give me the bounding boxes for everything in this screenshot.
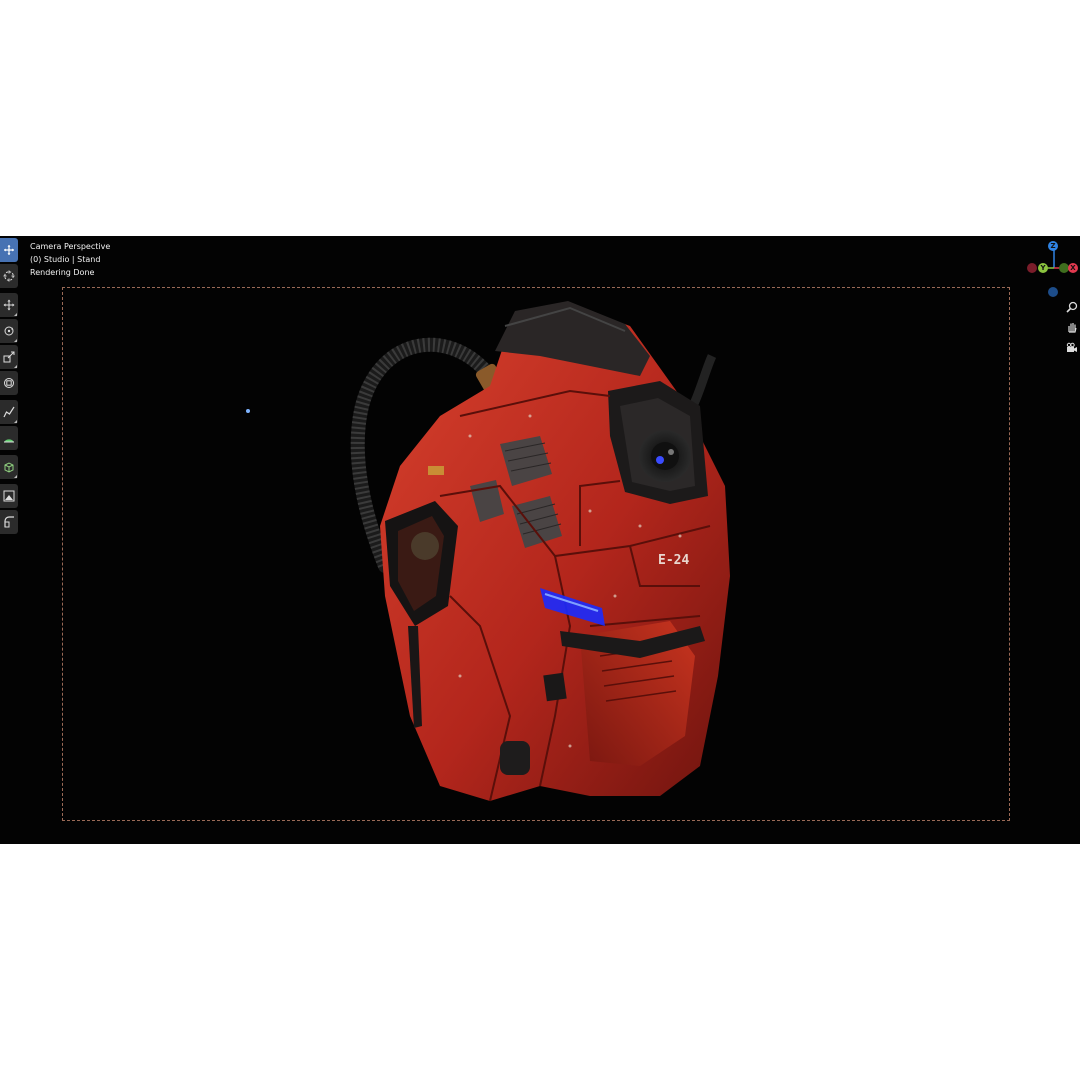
tool-scale[interactable] [0, 345, 18, 369]
collection-label: (0) Studio | Stand [30, 255, 101, 264]
tool-shear[interactable] [0, 510, 18, 534]
zoom-icon [1066, 301, 1078, 313]
cursor-select-icon [4, 245, 14, 255]
tool-render-region[interactable] [0, 484, 18, 508]
pan-hand-icon [1068, 323, 1077, 333]
axis-x-label[interactable]: X [1068, 263, 1078, 273]
tool-cursor[interactable] [0, 264, 18, 288]
3d-viewport[interactable]: Camera Perspective (0) Studio | Stand Re… [0, 236, 1080, 844]
light-object[interactable] [246, 409, 250, 413]
add-cube-icon [4, 462, 14, 473]
tool-move[interactable] [0, 293, 18, 317]
pan-button[interactable] [1064, 319, 1080, 335]
zoom-button[interactable] [1064, 299, 1080, 315]
camera-view-button[interactable] [1064, 340, 1080, 356]
axis-y-label[interactable]: Y [1038, 263, 1048, 273]
render-status-label: Rendering Done [30, 268, 95, 277]
render-region-icon [3, 490, 15, 502]
transform-icon [4, 378, 14, 388]
3d-cursor-icon [3, 270, 15, 282]
tool-add-cube[interactable] [0, 455, 18, 479]
camera-view-icon [1066, 342, 1077, 352]
scale-icon [3, 351, 15, 363]
shear-icon [4, 516, 14, 528]
helmet-model[interactable]: E-24 [340, 296, 740, 806]
tool-transform[interactable] [0, 371, 18, 395]
rotate-icon [4, 326, 14, 336]
viewport-info-overlay: Camera Perspective (0) Studio | Stand Re… [30, 240, 110, 279]
tool-rotate[interactable] [0, 319, 18, 343]
axis-z-label[interactable]: Z [1048, 241, 1058, 251]
navigation-gizmo[interactable]: Z X Y [1024, 241, 1080, 298]
view-name-label: Camera Perspective [30, 242, 111, 251]
tool-measure[interactable] [0, 426, 18, 450]
tool-shelf [0, 238, 18, 536]
tool-annotate[interactable] [0, 400, 18, 424]
measure-icon [4, 439, 14, 443]
move-icon [3, 299, 15, 311]
annotate-icon [3, 406, 15, 418]
helmet-decal-text: E-24 [658, 553, 689, 568]
tool-tweak[interactable] [0, 238, 18, 262]
